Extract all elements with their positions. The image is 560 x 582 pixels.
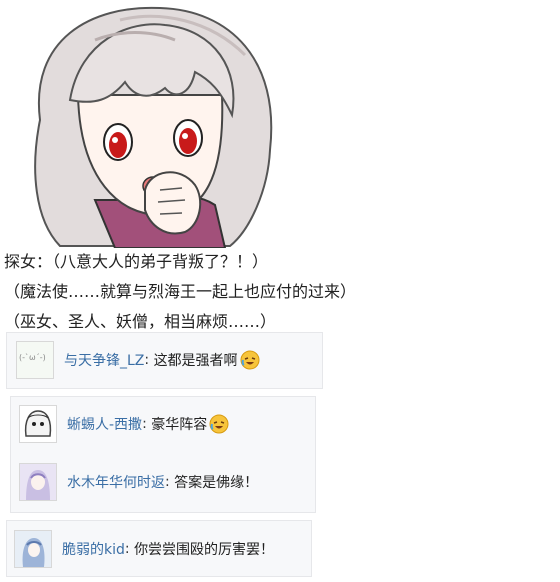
character-portrait: [34, 6, 273, 248]
story-line-1: 探女：（八意大人的弟子背叛了？！）: [4, 252, 269, 271]
user-avatar[interactable]: [19, 405, 57, 443]
comment-4: 脆弱的kid : 你尝尝围殴的厉害罢！: [14, 530, 274, 568]
comment-text: 豪华阵容: [151, 417, 208, 433]
comment-username[interactable]: 蜥蜴人-西撒: [67, 414, 142, 434]
comment-1: (-`ω´-) 与天争锋_LZ : 这都是强者啊: [16, 341, 260, 379]
comment-username[interactable]: 与天争锋_LZ: [64, 350, 144, 370]
comment-username[interactable]: 水木年华何时返: [67, 472, 165, 492]
comment-username[interactable]: 脆弱的kid: [62, 539, 125, 559]
user-avatar[interactable]: [14, 530, 52, 568]
user-avatar[interactable]: (-`ω´-): [16, 341, 54, 379]
story-line-2: （魔法使……就算与烈海王一起上也应付的过来）: [4, 282, 357, 301]
avatar-kaomoji: (-`ω´-): [19, 353, 46, 362]
crying-laugh-emoji: [240, 350, 260, 370]
comment-text: 答案是佛缘！: [174, 475, 259, 491]
crying-laugh-emoji: [209, 414, 229, 434]
comment-3: 水木年华何时返 : 答案是佛缘！: [19, 463, 258, 501]
comment-text: 你尝尝围殴的厉害罢！: [134, 542, 275, 558]
comment-2: 蜥蜴人-西撒 : 豪华阵容: [19, 405, 229, 443]
user-avatar[interactable]: [19, 463, 57, 501]
story-line-3: （巫女、圣人、妖僧，相当麻烦……）: [4, 312, 277, 331]
comment-text: 这都是强者啊: [153, 353, 238, 369]
